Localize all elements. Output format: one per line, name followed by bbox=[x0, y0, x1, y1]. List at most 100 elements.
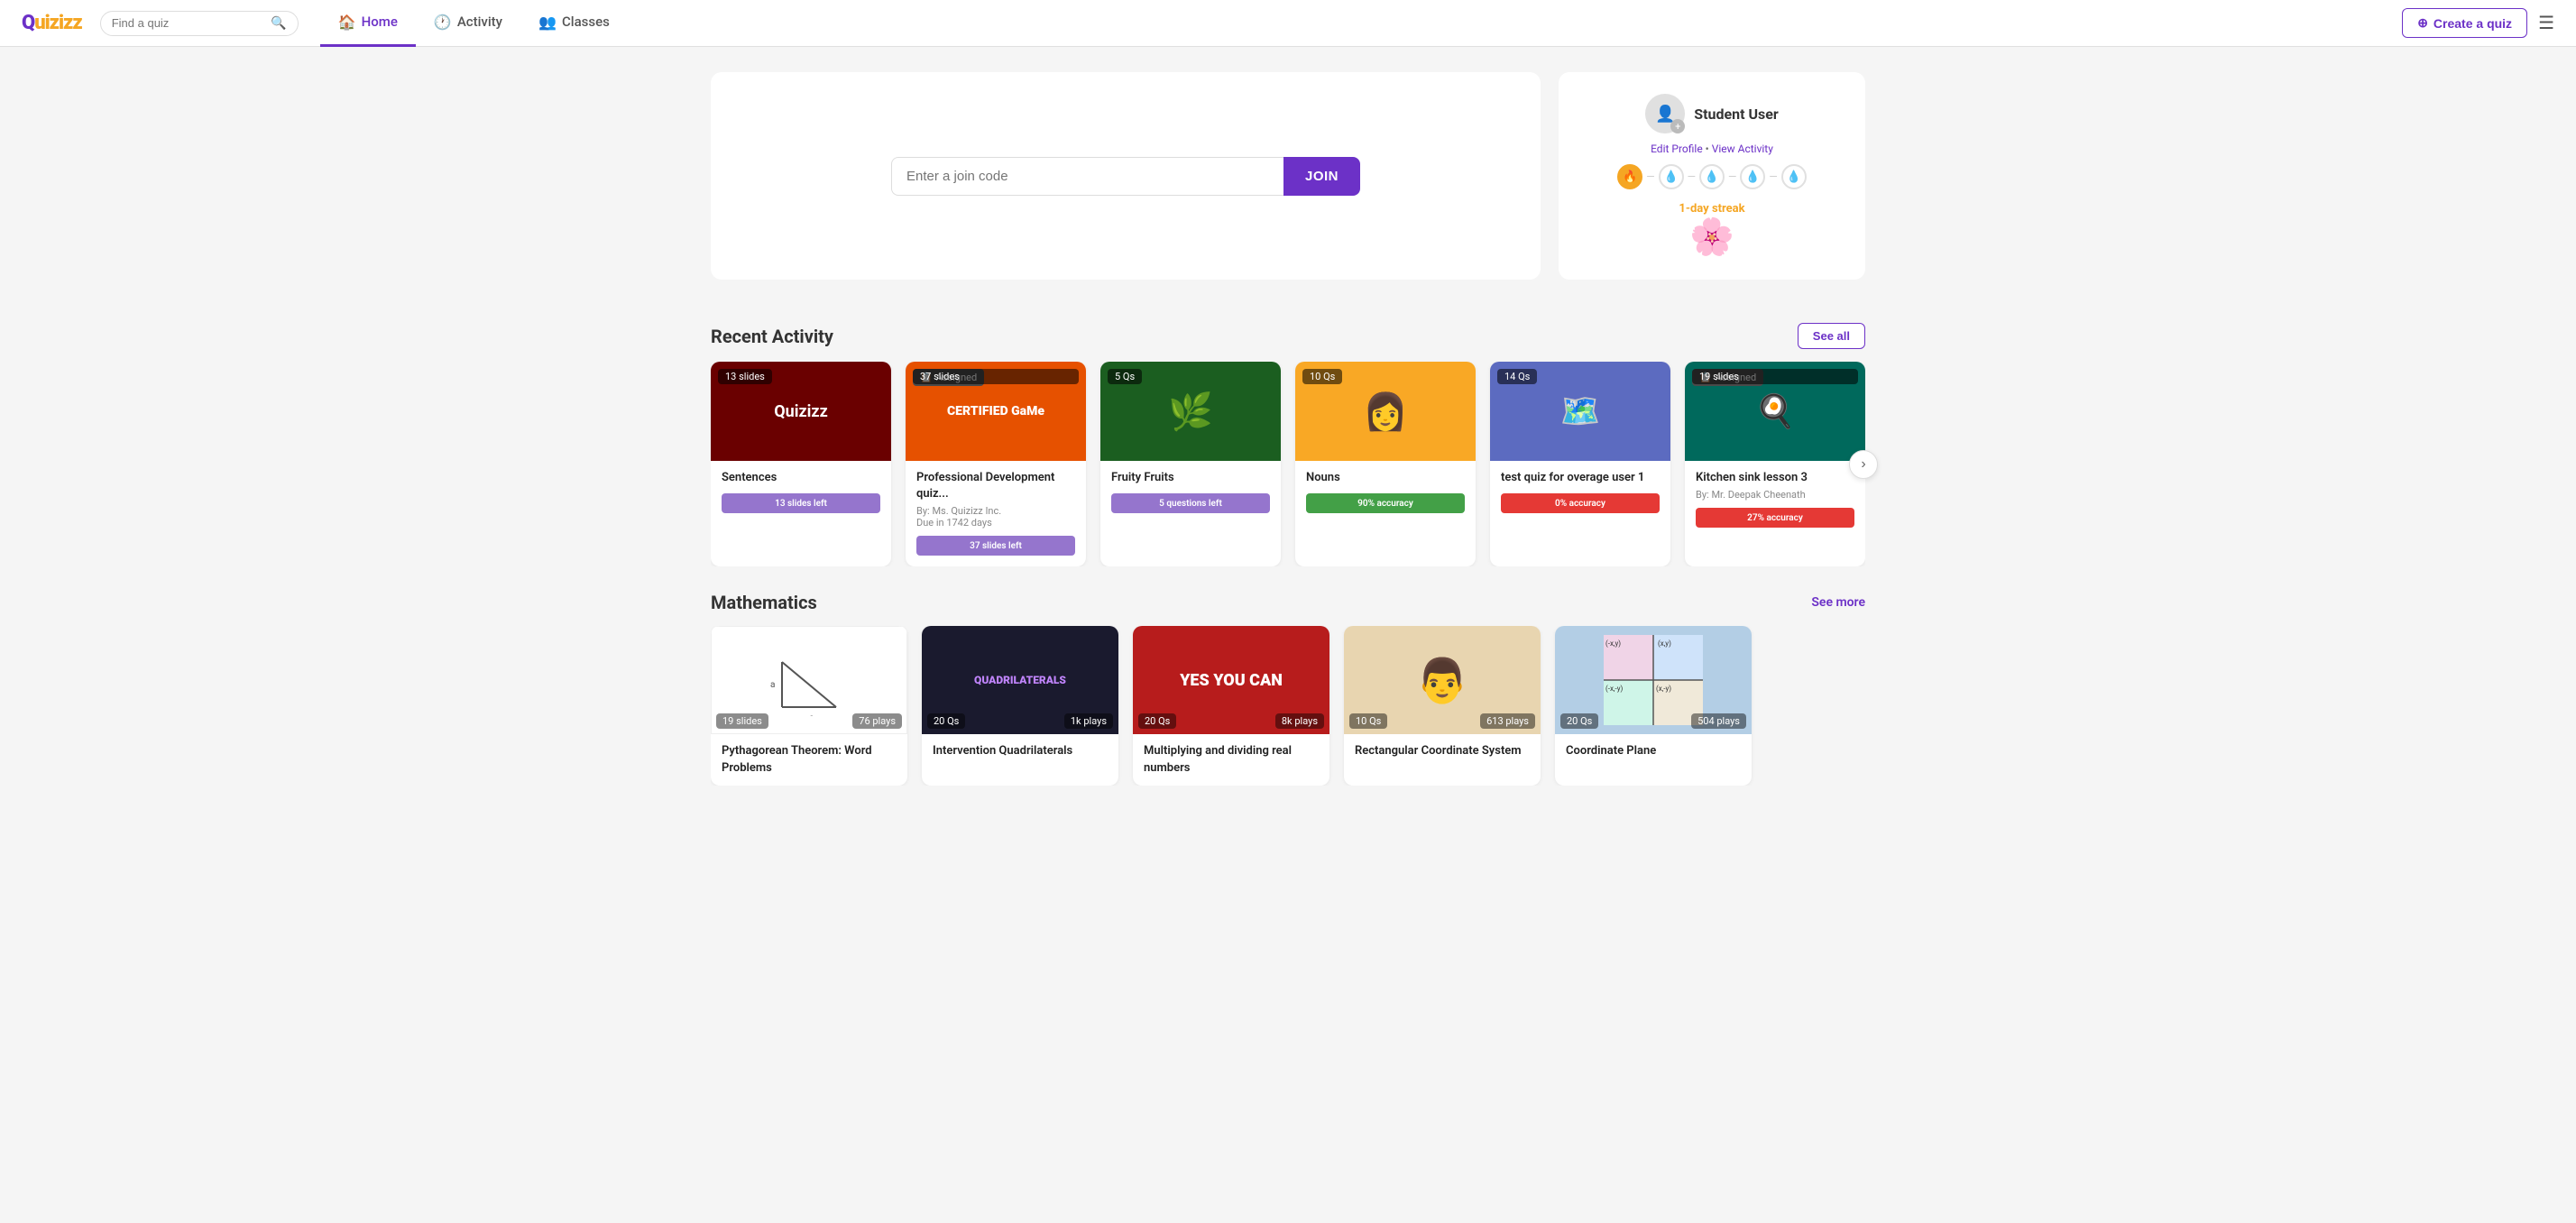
streak-day-5: 💧 bbox=[1781, 164, 1807, 189]
card-title-test-quiz: test quiz for overage user 1 bbox=[1501, 470, 1660, 486]
card-rectangular-coord[interactable]: 👨 10 Qs 613 plays Rectangular Coordinate… bbox=[1344, 626, 1541, 785]
slides-badge-multiplying: 20 Qs bbox=[1138, 713, 1176, 729]
streak-row: 🔥 — 💧 — 💧 — 💧 — 💧 bbox=[1617, 164, 1807, 189]
card-badge-slides-pro-dev: 37 slides bbox=[913, 369, 1079, 384]
card-pro-dev[interactable]: CERTIFIED GaMe 📋 Assigned 37 slides Prof… bbox=[906, 362, 1086, 566]
join-card: JOIN bbox=[711, 72, 1541, 280]
mathematics-title: Mathematics bbox=[711, 592, 817, 613]
card-nouns[interactable]: 👩 10 Qs Nouns 90% accuracy bbox=[1295, 362, 1476, 566]
plays-badge-coord-plane: 504 plays bbox=[1691, 713, 1746, 729]
recent-activity-section: Recent Activity See all Quizizz 13 slide… bbox=[711, 323, 1865, 566]
nav-home[interactable]: 🏠 Home bbox=[320, 0, 416, 47]
svg-text:(-x,-y): (-x,-y) bbox=[1605, 685, 1623, 693]
math-thumb-pythagorean: c a 19 slides 76 plays bbox=[711, 626, 907, 734]
card-multiplying[interactable]: YES YOU CAN 20 Qs 8k plays Multiplying a… bbox=[1133, 626, 1329, 785]
see-all-button[interactable]: See all bbox=[1798, 323, 1865, 349]
home-icon: 🏠 bbox=[338, 14, 356, 31]
math-badges-pythagorean: 19 slides 76 plays bbox=[716, 713, 902, 729]
profile-card: 👤 + Student User Edit Profile • View Act… bbox=[1559, 72, 1865, 280]
card-sentences[interactable]: Quizizz 13 slides Sentences 13 slides le… bbox=[711, 362, 891, 566]
nav-activity[interactable]: 🕐 Activity bbox=[416, 0, 520, 47]
math-card-body-coord-plane: Coordinate Plane bbox=[1555, 734, 1752, 768]
progress-bar-test-quiz: 0% accuracy bbox=[1501, 493, 1660, 513]
card-badge-fruity: 5 Qs bbox=[1108, 369, 1142, 384]
coord-plane-svg: (-x,y) (x,y) (-x,-y) (x,-y) bbox=[1604, 635, 1703, 725]
card-title-nouns: Nouns bbox=[1306, 470, 1465, 486]
math-badges-coord-plane: 20 Qs 504 plays bbox=[1560, 713, 1746, 729]
card-body-kitchen: Kitchen sink lesson 3 By: Mr. Deepak Che… bbox=[1685, 461, 1865, 538]
search-bar[interactable]: 🔍 bbox=[100, 11, 299, 36]
card-body-pro-dev: Professional Development quiz... By: Ms.… bbox=[906, 461, 1086, 566]
math-card-title-pythagorean: Pythagorean Theorem: Word Problems bbox=[722, 743, 897, 776]
svg-text:(-x,y): (-x,y) bbox=[1605, 639, 1621, 648]
math-thumb-rect-coord: 👨 10 Qs 613 plays bbox=[1344, 626, 1541, 734]
math-thumb-multiplying: YES YOU CAN 20 Qs 8k plays bbox=[1133, 626, 1329, 734]
progress-test-quiz: 0% accuracy bbox=[1501, 493, 1660, 513]
pythagorean-svg: c a bbox=[764, 644, 854, 716]
math-badges-multiplying: 20 Qs 8k plays bbox=[1138, 713, 1324, 729]
activity-icon: 🕐 bbox=[434, 14, 452, 31]
plays-badge-rect-coord: 613 plays bbox=[1480, 713, 1535, 729]
math-thumb-coord-plane: (-x,y) (x,y) (-x,-y) (x,-y) 20 Qs 504 pl… bbox=[1555, 626, 1752, 734]
math-card-body-multiplying: Multiplying and dividing real numbers bbox=[1133, 734, 1329, 785]
progress-fruity: 5 questions left bbox=[1111, 493, 1270, 513]
join-button[interactable]: JOIN bbox=[1283, 157, 1360, 196]
main-content: JOIN 👤 + Student User Edit Profile • Vie… bbox=[639, 47, 1937, 822]
avatar: 👤 + bbox=[1645, 94, 1685, 133]
math-card-row-wrap: c a 19 slides 76 plays Pythagorean Theor… bbox=[711, 626, 1865, 785]
slides-badge-rect-coord: 10 Qs bbox=[1349, 713, 1387, 729]
plays-badge-pythagorean: 76 plays bbox=[852, 713, 902, 729]
mathematics-section: Mathematics See more c a bbox=[711, 592, 1865, 785]
streak-label: 1-day streak bbox=[1679, 202, 1744, 216]
progress-kitchen: 27% accuracy bbox=[1696, 508, 1854, 528]
hero-section: JOIN 👤 + Student User Edit Profile • Vie… bbox=[711, 47, 1865, 298]
join-form: JOIN bbox=[891, 157, 1360, 196]
scroll-right-button[interactable]: › bbox=[1849, 450, 1878, 479]
logo[interactable]: Quizizz bbox=[22, 12, 82, 34]
math-card-title-coord-plane: Coordinate Plane bbox=[1566, 743, 1741, 759]
navbar: Quizizz 🔍 🏠 Home 🕐 Activity 👥 Classes ⊕ … bbox=[0, 0, 2576, 47]
nav-classes[interactable]: 👥 Classes bbox=[520, 0, 628, 47]
edit-profile-link[interactable]: Edit Profile bbox=[1651, 143, 1703, 155]
progress-bar-fruity: 5 questions left bbox=[1111, 493, 1270, 513]
card-title-pro-dev: Professional Development quiz... bbox=[916, 470, 1075, 502]
svg-text:(x,-y): (x,-y) bbox=[1656, 685, 1671, 693]
card-quadrilaterals[interactable]: QUADRILATERALS 20 Qs 1k plays Interventi… bbox=[922, 626, 1118, 785]
svg-text:a: a bbox=[770, 680, 775, 690]
math-card-row: c a 19 slides 76 plays Pythagorean Theor… bbox=[711, 626, 1865, 785]
card-body-fruity: Fruity Fruits 5 questions left bbox=[1100, 461, 1281, 524]
profile-links: Edit Profile • View Activity bbox=[1651, 143, 1773, 155]
card-body-nouns: Nouns 90% accuracy bbox=[1295, 461, 1476, 524]
see-more-link[interactable]: See more bbox=[1811, 595, 1865, 610]
card-pythagorean[interactable]: c a 19 slides 76 plays Pythagorean Theor… bbox=[711, 626, 907, 785]
plays-badge-quad: 1k plays bbox=[1064, 713, 1113, 729]
hamburger-menu[interactable]: ☰ bbox=[2538, 12, 2554, 34]
progress-bar-pro-dev: 37 slides left bbox=[916, 536, 1075, 556]
card-body-sentences: Sentences 13 slides left bbox=[711, 461, 891, 524]
search-input[interactable] bbox=[112, 16, 271, 30]
card-title-fruity: Fruity Fruits bbox=[1111, 470, 1270, 486]
join-code-input[interactable] bbox=[891, 157, 1283, 196]
view-activity-link[interactable]: View Activity bbox=[1712, 143, 1773, 155]
card-badge-sentences: 13 slides bbox=[718, 369, 772, 384]
plays-badge-multiplying: 8k plays bbox=[1275, 713, 1324, 729]
math-card-body-rect-coord: Rectangular Coordinate System bbox=[1344, 734, 1541, 768]
section-header-activity: Recent Activity See all bbox=[711, 323, 1865, 349]
streak-day-1: 🔥 bbox=[1617, 164, 1642, 189]
avatar-plus-icon: + bbox=[1670, 119, 1685, 133]
profile-name: Student User bbox=[1694, 106, 1779, 123]
nav-links: 🏠 Home 🕐 Activity 👥 Classes bbox=[320, 0, 628, 47]
card-fruity-fruits[interactable]: 🌿 5 Qs Fruity Fruits 5 questions left bbox=[1100, 362, 1281, 566]
card-title-kitchen: Kitchen sink lesson 3 bbox=[1696, 470, 1854, 486]
recent-activity-title: Recent Activity bbox=[711, 326, 833, 347]
recent-activity-card-row-wrap: Quizizz 13 slides Sentences 13 slides le… bbox=[711, 362, 1865, 566]
create-quiz-button[interactable]: ⊕ Create a quiz bbox=[2402, 8, 2527, 38]
card-badge-test-quiz: 14 Qs bbox=[1497, 369, 1537, 384]
card-coordinate-plane[interactable]: (-x,y) (x,y) (-x,-y) (x,-y) 20 Qs 504 pl… bbox=[1555, 626, 1752, 785]
progress-sentences: 13 slides left bbox=[722, 493, 880, 513]
progress-bar-sentences: 13 slides left bbox=[722, 493, 880, 513]
card-body-test-quiz: test quiz for overage user 1 0% accuracy bbox=[1490, 461, 1670, 524]
card-kitchen-sink[interactable]: 🍳 📋 Assigned 19 slides Kitchen sink less… bbox=[1685, 362, 1865, 566]
card-test-quiz[interactable]: 🗺️ 14 Qs test quiz for overage user 1 0%… bbox=[1490, 362, 1670, 566]
math-badges-quad: 20 Qs 1k plays bbox=[927, 713, 1113, 729]
